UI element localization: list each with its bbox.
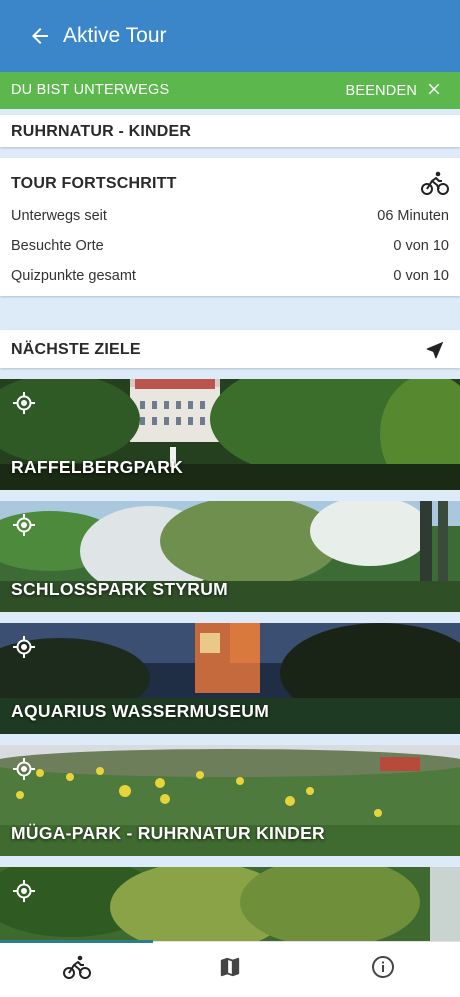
destination-card[interactable]: RAFFELBERGPARK: [0, 379, 460, 490]
destination-name: RAFFELBERGPARK: [11, 457, 184, 477]
progress-key: Unterwegs seit: [11, 208, 107, 224]
tab-map[interactable]: [153, 942, 306, 997]
progress-row-time: Unterwegs seit 06 Minuten: [11, 208, 449, 228]
end-tour-button[interactable]: BEENDEN: [346, 78, 444, 104]
info-icon: [371, 955, 395, 984]
progress-value: 0 von 10: [393, 238, 449, 254]
progress-title: TOUR FORTSCHRITT: [11, 175, 177, 192]
gps-target-icon: [12, 635, 36, 664]
next-destinations-title: NÄCHSTE ZIELE: [11, 341, 141, 358]
bicycle-icon: [421, 170, 449, 201]
bicycle-icon: [62, 954, 91, 985]
back-arrow-icon[interactable]: [28, 24, 52, 48]
next-destinations-header: NÄCHSTE ZIELE: [0, 330, 460, 368]
destination-name: MÜGA-PARK - RUHRNATUR KINDER: [11, 823, 325, 843]
tour-progress-card: TOUR FORTSCHRITT Unterwegs seit 06 Minut…: [0, 158, 460, 296]
destination-name: SCHLOSSPARK STYRUM: [11, 579, 229, 599]
tour-name-card: RUHRNATUR - KINDER: [0, 115, 460, 147]
destination-name: AQUARIUS WASSERMUSEUM: [11, 701, 270, 721]
gps-target-icon: [12, 879, 36, 908]
destination-card[interactable]: [0, 867, 460, 941]
progress-row-quiz: Quizpunkte gesamt 0 von 10: [11, 268, 449, 288]
tab-info[interactable]: [306, 942, 459, 997]
map-icon: [219, 956, 241, 983]
progress-key: Quizpunkte gesamt: [11, 268, 136, 284]
end-tour-label: BEENDEN: [345, 83, 417, 99]
tour-status-text: DU BIST UNTERWEGS: [11, 82, 170, 98]
tab-tour[interactable]: [0, 942, 153, 997]
gps-target-icon: [12, 391, 36, 420]
page-title: Aktive Tour: [63, 24, 167, 47]
progress-value: 06 Minuten: [377, 208, 449, 224]
gps-target-icon: [12, 757, 36, 786]
gps-target-icon: [12, 513, 36, 542]
destination-card[interactable]: AQUARIUS WASSERMUSEUM: [0, 623, 460, 734]
navigation-arrow-icon[interactable]: [424, 339, 446, 366]
progress-row-visited: Besuchte Orte 0 von 10: [11, 238, 449, 258]
destination-card[interactable]: MÜGA-PARK - RUHRNATUR KINDER: [0, 745, 460, 856]
destination-card[interactable]: SCHLOSSPARK STYRUM: [0, 501, 460, 612]
progress-key: Besuchte Orte: [11, 238, 104, 254]
close-icon: [425, 80, 443, 102]
tour-status-banner: DU BIST UNTERWEGS BEENDEN: [0, 72, 460, 109]
progress-value: 0 von 10: [393, 268, 449, 284]
app-bar: Aktive Tour: [0, 0, 460, 72]
bottom-navigation: [0, 940, 460, 997]
tour-name: RUHRNATUR - KINDER: [11, 123, 192, 140]
